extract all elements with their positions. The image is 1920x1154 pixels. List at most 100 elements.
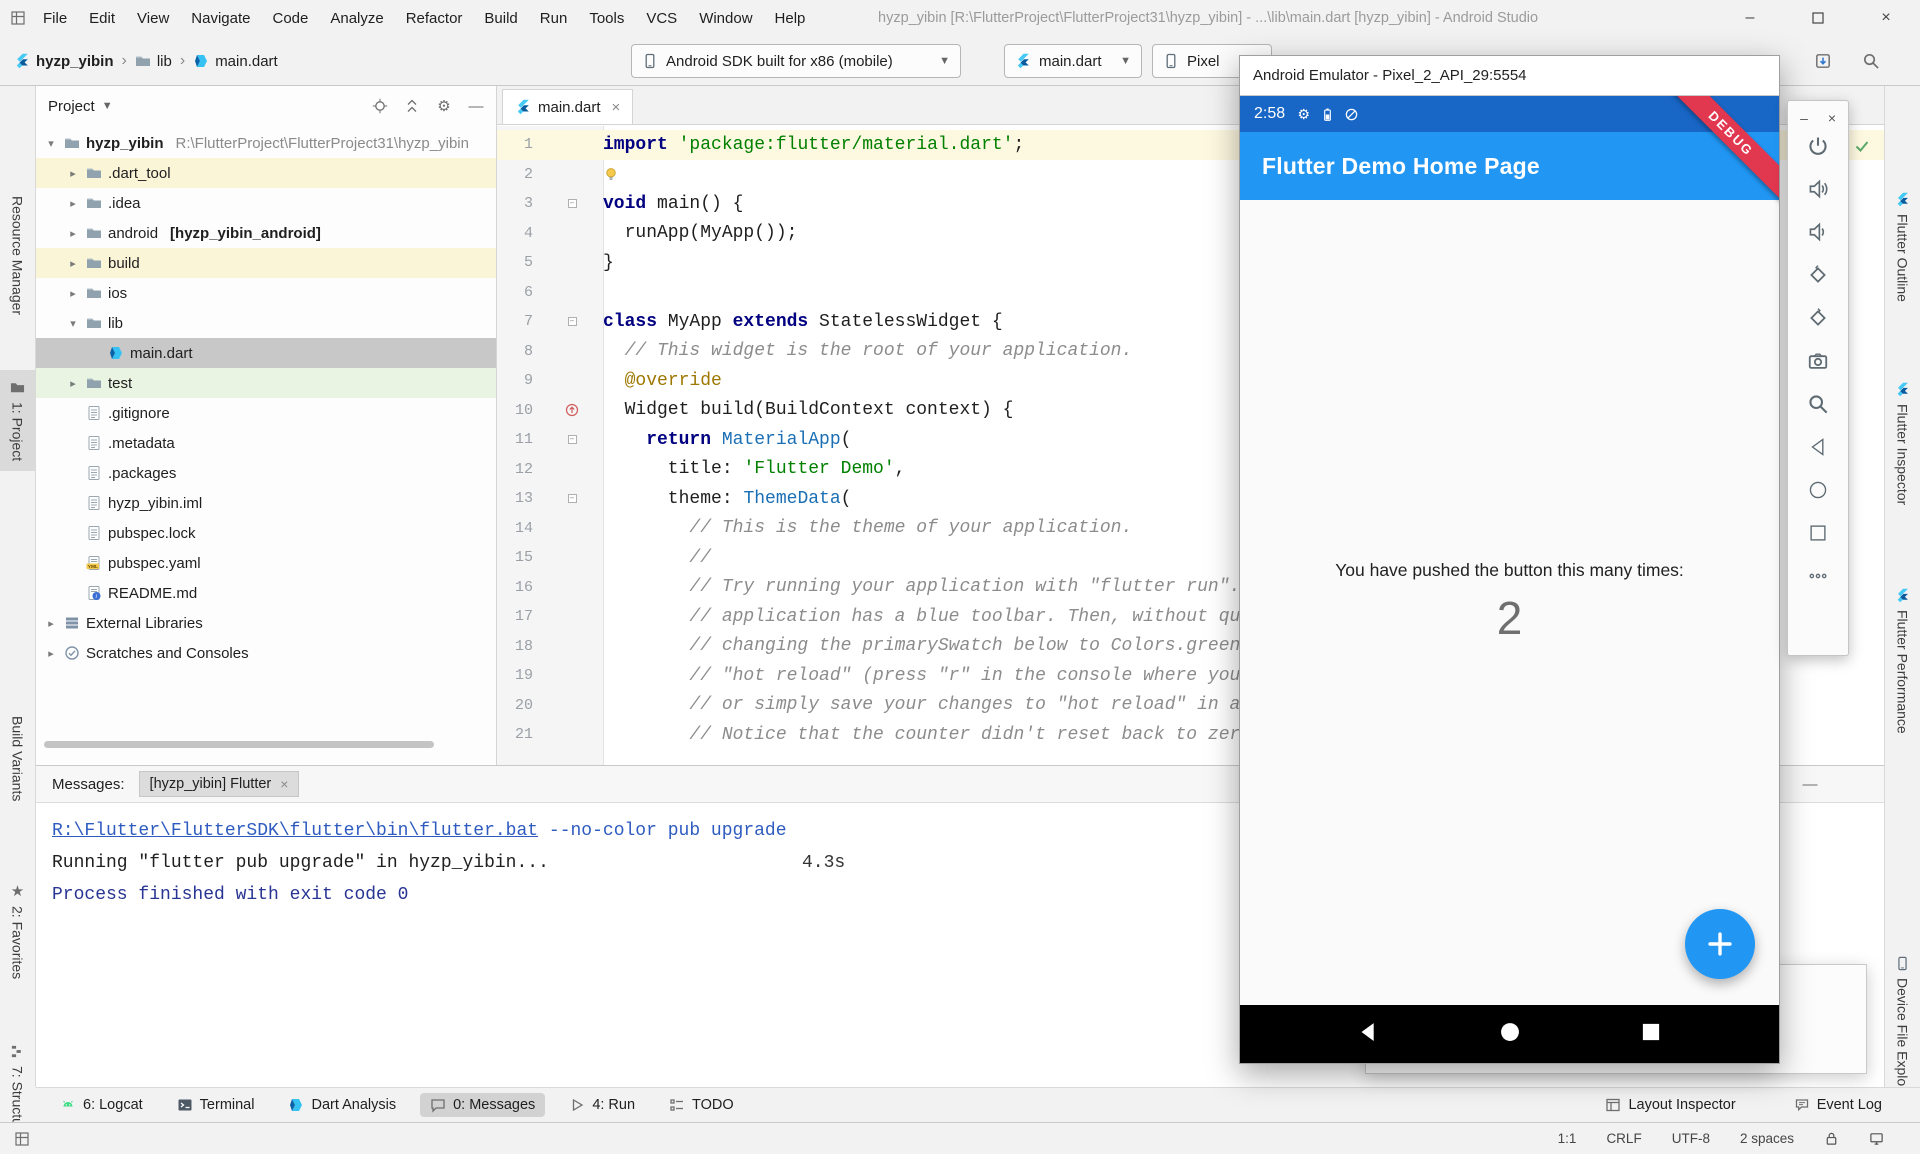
sidebar-item-flutter-performance[interactable]: Flutter Performance — [1885, 578, 1920, 744]
nav-overview-icon[interactable] — [1638, 1019, 1664, 1049]
close-button[interactable]: × — [1852, 0, 1920, 36]
tree-item-readme-md[interactable]: iREADME.md — [36, 578, 496, 608]
tree-item-packages[interactable]: .packages — [36, 458, 496, 488]
toolbar-item-dart-analysis[interactable]: Dart Analysis — [278, 1093, 406, 1117]
menu-file[interactable]: File — [32, 0, 78, 36]
locate-icon[interactable] — [372, 98, 388, 114]
menu-help[interactable]: Help — [764, 0, 817, 36]
tree-item-android[interactable]: ▸android[hyzp_yibin_android] — [36, 218, 496, 248]
breadcrumb-item-lib[interactable]: lib — [135, 53, 172, 70]
device-selector[interactable]: Android SDK built for x86 (mobile) ▼ — [631, 44, 961, 78]
status-crlf[interactable]: CRLF — [1606, 1131, 1641, 1146]
horizontal-scrollbar[interactable] — [44, 741, 434, 748]
menu-analyze[interactable]: Analyze — [319, 0, 394, 36]
power-icon[interactable] — [1807, 135, 1829, 157]
tree-item-hyzp-yibin-iml[interactable]: hyzp_yibin.iml — [36, 488, 496, 518]
tree-item-idea[interactable]: ▸.idea — [36, 188, 496, 218]
toolbar-item-todo[interactable]: TODO — [659, 1093, 744, 1117]
tree-item-metadata[interactable]: .metadata — [36, 428, 496, 458]
toolbar-item-event-log[interactable]: Event Log — [1784, 1093, 1892, 1117]
tab-flutter-messages[interactable]: [hyzp_yibin] Flutter × — [139, 771, 300, 797]
tree-item-pubspec-yaml[interactable]: YMLpubspec.yaml — [36, 548, 496, 578]
menu-vcs[interactable]: VCS — [635, 0, 688, 36]
fold-marker[interactable] — [568, 317, 577, 326]
search-icon[interactable] — [1862, 52, 1880, 70]
menu-run[interactable]: Run — [529, 0, 579, 36]
breadcrumb-item-hyzp-yibin[interactable]: hyzp_yibin — [14, 53, 114, 70]
run-config-selector[interactable]: main.dart ▼ — [1004, 44, 1142, 78]
menu-code[interactable]: Code — [261, 0, 319, 36]
project-panel-title[interactable]: Project — [48, 98, 95, 115]
sidebar-item-build-variants[interactable]: Build Variants — [0, 706, 35, 811]
tree-item-gitignore[interactable]: .gitignore — [36, 398, 496, 428]
menu-refactor[interactable]: Refactor — [395, 0, 474, 36]
zoom-icon[interactable] — [1807, 393, 1829, 415]
tab-main-dart[interactable]: main.dart × — [502, 89, 633, 124]
overview-icon[interactable] — [1807, 522, 1829, 544]
toolbar-item-layout-inspector[interactable]: Layout Inspector — [1595, 1093, 1745, 1117]
status-utf-8[interactable]: UTF-8 — [1672, 1131, 1710, 1146]
sidebar-item-resource-manager[interactable]: Resource Manager — [0, 186, 35, 325]
back-icon[interactable] — [1807, 436, 1829, 458]
nav-back-icon[interactable] — [1355, 1019, 1381, 1049]
toolbar-item-terminal[interactable]: Terminal — [167, 1093, 265, 1117]
rotate-right-icon[interactable] — [1807, 307, 1829, 329]
menu-navigate[interactable]: Navigate — [180, 0, 261, 36]
tree-item-ios[interactable]: ▸ios — [36, 278, 496, 308]
toolbar-item-6-logcat[interactable]: 6: Logcat — [50, 1093, 153, 1117]
fold-marker[interactable] — [568, 199, 577, 208]
sidebar-item-flutter-outline[interactable]: Flutter Outline — [1885, 182, 1920, 312]
tree-item-pubspec-lock[interactable]: pubspec.lock — [36, 518, 496, 548]
lock-icon[interactable] — [1824, 1131, 1839, 1146]
chevron-down-icon[interactable]: ▼ — [102, 100, 113, 112]
inspection-status-icon[interactable] — [1854, 138, 1870, 154]
minimize-icon[interactable]: – — [1796, 110, 1812, 126]
volume-up-icon[interactable] — [1807, 178, 1829, 200]
menu-tools[interactable]: Tools — [578, 0, 635, 36]
volume-down-icon[interactable] — [1807, 221, 1829, 243]
hide-icon[interactable]: — — [468, 98, 484, 114]
toolbar-item-4-run[interactable]: 4: Run — [559, 1093, 645, 1117]
close-icon[interactable]: × — [280, 776, 288, 792]
tree-item-dart-tool[interactable]: ▸.dart_tool — [36, 158, 496, 188]
hide-icon[interactable]: — — [1802, 776, 1818, 792]
tree-item-scratches-and-consoles[interactable]: ▸Scratches and Consoles — [36, 638, 496, 668]
menu-build[interactable]: Build — [473, 0, 528, 36]
status-1-1[interactable]: 1:1 — [1558, 1131, 1577, 1146]
tree-item-external-libraries[interactable]: ▸External Libraries — [36, 608, 496, 638]
status-2-spaces[interactable]: 2 spaces — [1740, 1131, 1794, 1146]
breadcrumb-item-main-dart[interactable]: main.dart — [193, 53, 278, 70]
menu-edit[interactable]: Edit — [78, 0, 126, 36]
sidebar-item-2-favorites[interactable]: ★2: Favorites — [0, 874, 35, 989]
home-icon[interactable] — [1807, 479, 1829, 501]
tree-item-test[interactable]: ▸test — [36, 368, 496, 398]
more-icon[interactable] — [1807, 565, 1829, 587]
camera-icon[interactable] — [1807, 350, 1829, 372]
sidebar-item-1-project[interactable]: 1: Project — [0, 370, 35, 471]
screen-icon[interactable] — [1869, 1131, 1884, 1146]
increment-fab[interactable] — [1685, 909, 1755, 979]
maximize-button[interactable] — [1784, 0, 1852, 36]
minimize-button[interactable]: – — [1716, 0, 1784, 36]
menu-view[interactable]: View — [126, 0, 180, 36]
tree-item-hyzp-yibin[interactable]: ▾hyzp_yibinR:\FlutterProject\FlutterProj… — [36, 128, 496, 158]
tree-item-main-dart[interactable]: main.dart — [36, 338, 496, 368]
gear-icon[interactable]: ⚙ — [436, 98, 452, 114]
bulb-icon[interactable] — [603, 166, 619, 182]
emulator-title-bar[interactable]: Android Emulator - Pixel_2_API_29:5554 — [1240, 56, 1779, 96]
close-icon[interactable]: × — [1824, 110, 1840, 126]
menu-window[interactable]: Window — [688, 0, 763, 36]
collapse-icon[interactable] — [404, 98, 420, 114]
fold-marker[interactable] — [568, 435, 577, 444]
close-icon[interactable]: × — [612, 99, 621, 116]
toolbar-item-0-messages[interactable]: 0: Messages — [420, 1093, 545, 1117]
fold-marker[interactable] — [568, 494, 577, 503]
tree-item-lib[interactable]: ▾lib — [36, 308, 496, 338]
sidebar-item-flutter-inspector[interactable]: Flutter Inspector — [1885, 372, 1920, 515]
rotate-left-icon[interactable] — [1807, 264, 1829, 286]
sdk-manager-icon[interactable] — [1814, 52, 1832, 70]
tool-windows-toggle-icon[interactable] — [14, 1131, 30, 1147]
nav-home-icon[interactable] — [1497, 1019, 1523, 1049]
emulator-screen[interactable]: 2:58 ⚙ Flutter Demo Home Page You have p… — [1240, 96, 1779, 1063]
console-command-link[interactable]: R:\Flutter\FlutterSDK\flutter\bin\flutte… — [52, 821, 538, 841]
